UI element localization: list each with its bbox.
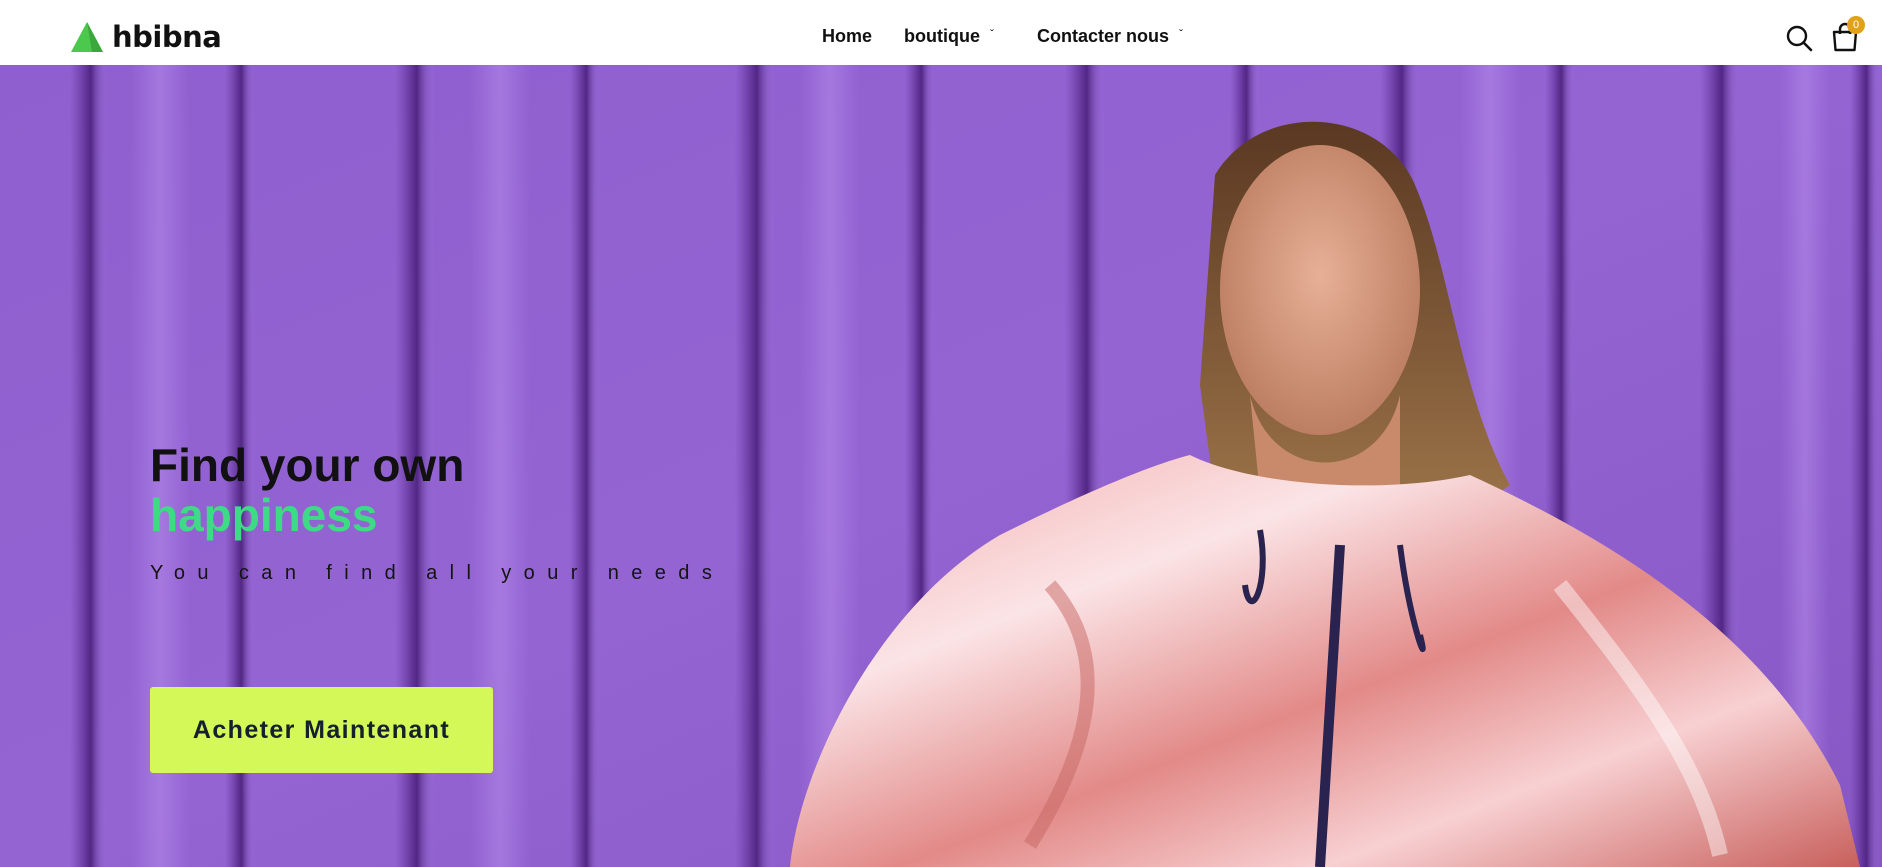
hero-title-line1: Find your own <box>150 439 465 491</box>
chevron-down-icon: ˇ <box>989 26 994 41</box>
search-icon <box>1786 25 1813 52</box>
cart-button[interactable]: 0 <box>1831 16 1865 52</box>
search-button[interactable] <box>1785 24 1813 52</box>
nav-item-boutique[interactable]: boutique ˇ <box>904 26 994 47</box>
nav-item-label: Contacter nous <box>1037 26 1170 46</box>
brand-name: hbibna <box>112 20 222 54</box>
brand-logo[interactable]: hbibna <box>70 20 222 54</box>
hero-title: Find your own happiness <box>150 440 724 540</box>
hero-subtitle: You can find all your needs <box>150 562 725 584</box>
chevron-down-icon: ˇ <box>1179 26 1184 41</box>
hero-title-accent: happiness <box>150 489 378 541</box>
cart-count-badge: 0 <box>1847 16 1865 34</box>
triangle-logo-icon <box>71 22 103 52</box>
nav-item-label: boutique <box>904 26 980 46</box>
nav-item-contact[interactable]: Contacter nous ˇ <box>1037 26 1183 47</box>
site-header: hbibna Home boutique ˇ Contacter nous ˇ … <box>0 0 1882 65</box>
hero-text-block: Find your own happiness You can find all… <box>150 440 725 773</box>
nav-item-label: Home <box>822 26 873 46</box>
hero-banner: Find your own happiness You can find all… <box>0 65 1882 867</box>
nav-item-home[interactable]: Home <box>822 26 872 47</box>
shop-now-button[interactable]: Acheter Maintenant <box>150 687 493 773</box>
